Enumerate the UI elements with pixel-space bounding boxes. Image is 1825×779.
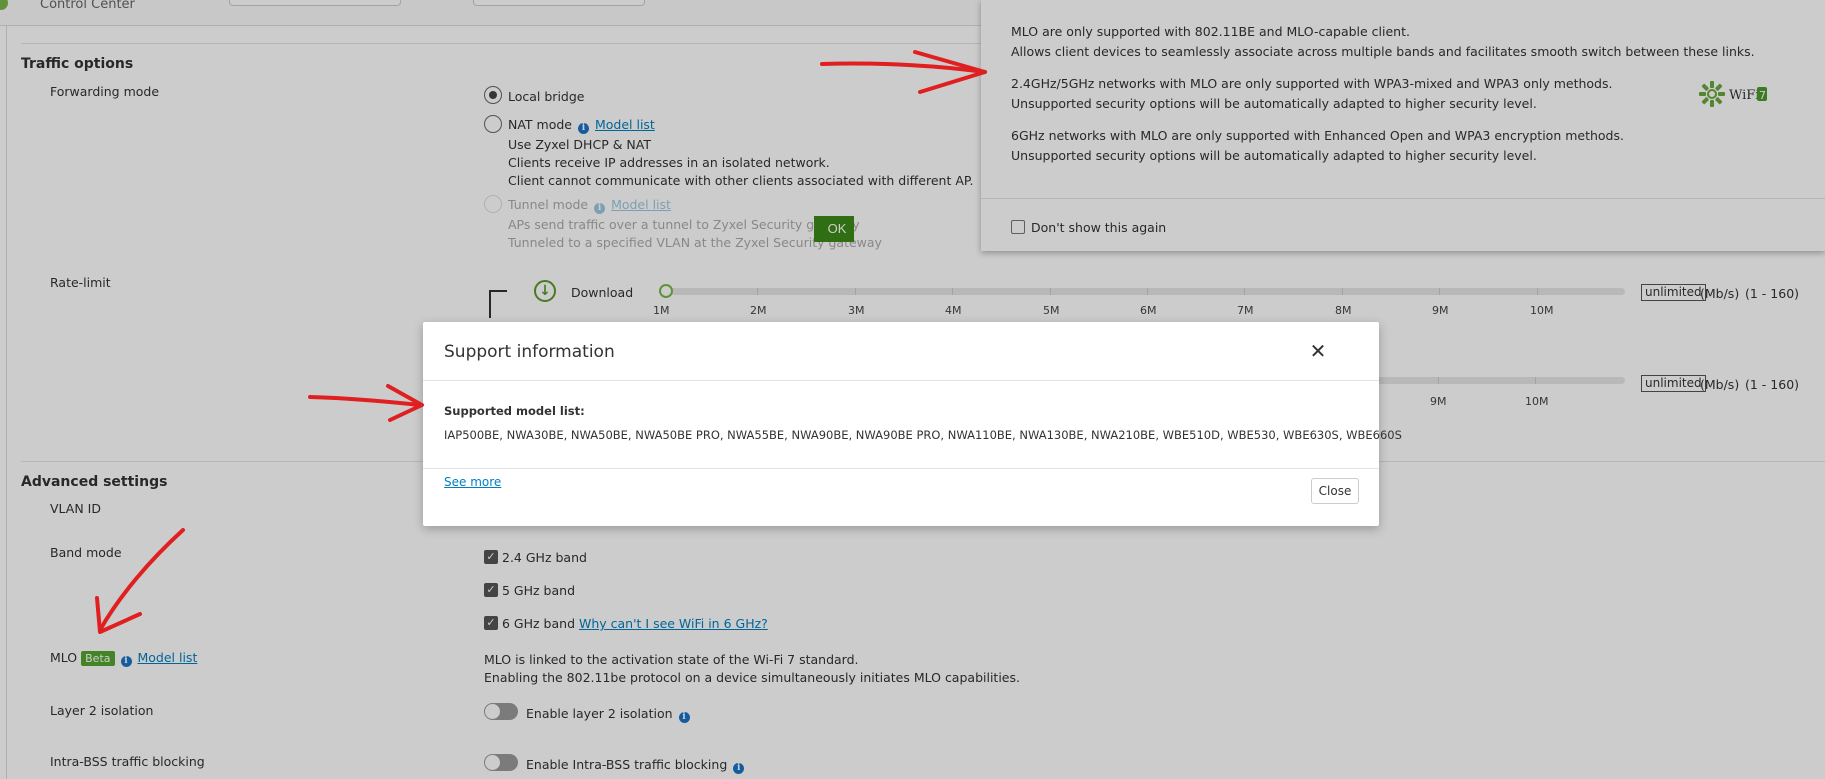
annotation-arrows <box>95 50 987 634</box>
annotation-arrow-modal <box>308 395 422 407</box>
page: Control Center Traffic options Forwardin… <box>0 0 1825 779</box>
